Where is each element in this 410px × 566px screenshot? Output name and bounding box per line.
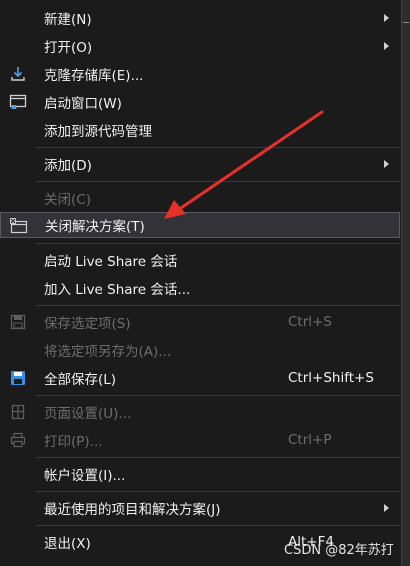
watermark: CSDN @82年苏打 [284, 543, 394, 558]
annotation-arrow-icon [164, 110, 324, 219]
